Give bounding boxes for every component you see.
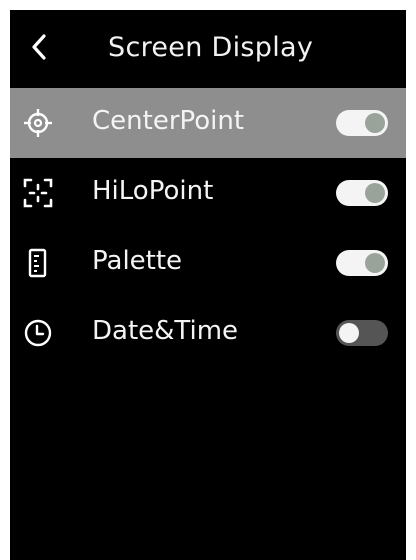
toggle-knob — [339, 323, 359, 343]
setting-row-datetime[interactable]: Date&Time — [10, 298, 406, 368]
page-title: Screen Display — [108, 32, 314, 63]
palette-toggle[interactable] — [336, 250, 388, 276]
setting-row-hilopoint[interactable]: HiLoPoint — [10, 158, 406, 228]
chevron-left-icon — [32, 34, 46, 60]
header: Screen Display — [10, 10, 406, 88]
crosshair-icon — [22, 107, 54, 139]
setting-row-centerpoint[interactable]: CenterPoint — [10, 88, 406, 158]
focus-frame-icon — [22, 177, 54, 209]
device-screen: Screen Display CenterPoint HiLoPoint Pal… — [10, 10, 406, 560]
settings-list: CenterPoint HiLoPoint Palette Date&Time — [10, 88, 406, 368]
toggle-knob — [365, 183, 385, 203]
toggle-knob — [365, 113, 385, 133]
setting-label-hilopoint: HiLoPoint — [92, 176, 214, 206]
back-button[interactable] — [24, 30, 54, 64]
setting-label-datetime: Date&Time — [92, 316, 239, 346]
setting-label-palette: Palette — [92, 246, 183, 276]
toggle-knob — [365, 253, 385, 273]
setting-row-palette[interactable]: Palette — [10, 228, 406, 298]
clock-icon — [22, 317, 54, 349]
centerpoint-toggle[interactable] — [336, 110, 388, 136]
datetime-toggle[interactable] — [336, 320, 388, 346]
hilopoint-toggle[interactable] — [336, 180, 388, 206]
palette-scale-icon — [22, 247, 54, 279]
setting-label-centerpoint: CenterPoint — [92, 106, 245, 136]
